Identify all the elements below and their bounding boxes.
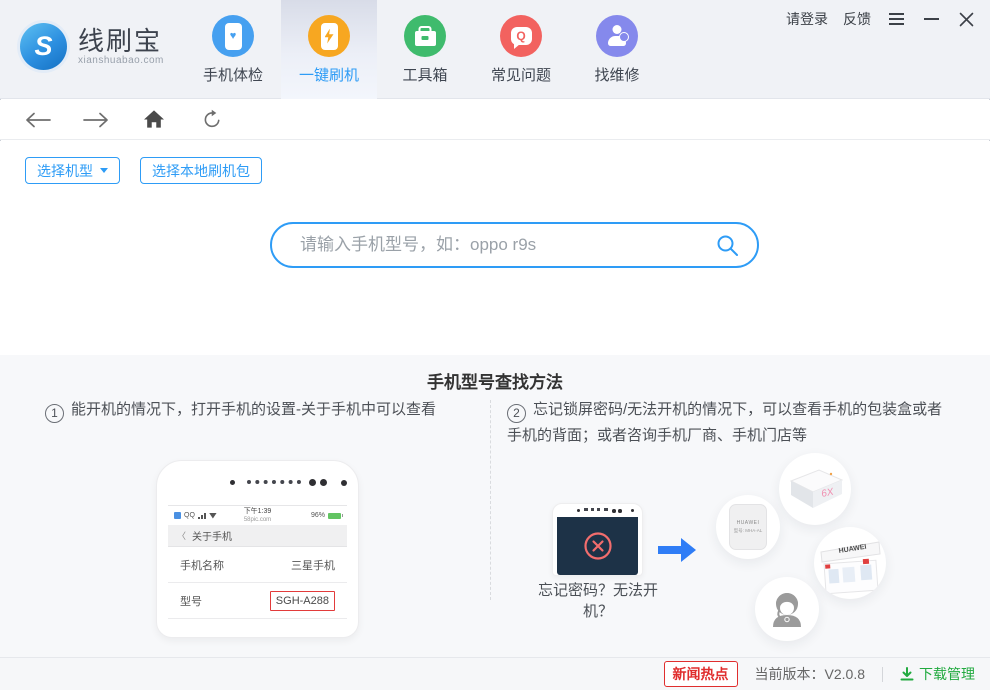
back-arrow-icon[interactable]	[24, 107, 52, 133]
nav-label: 找维修	[594, 67, 640, 84]
download-manager-label: 下载管理	[919, 666, 975, 682]
download-manager-button[interactable]: 下载管理	[900, 664, 975, 684]
version-label: 当前版本：V2.0.8	[754, 666, 865, 682]
step-number: 1	[45, 404, 64, 423]
download-icon	[900, 667, 914, 681]
step-text: 忘记锁屏密码/无法开机的情况下，可以查看手机的包装盒或者手机的背面；或者咨询手机…	[507, 401, 943, 444]
home-icon[interactable]	[140, 107, 168, 133]
phone-bezel	[157, 461, 358, 505]
nav-item-toolbox[interactable]: 工具箱	[377, 0, 473, 99]
refresh-icon[interactable]	[198, 107, 226, 133]
store-illustration: HUAWEI	[814, 527, 886, 599]
hamburger-menu-icon[interactable]	[886, 9, 906, 29]
forward-arrow-icon[interactable]	[82, 107, 110, 133]
nav-label: 一键刷机	[298, 67, 359, 84]
feedback-link[interactable]: 反馈	[843, 9, 871, 29]
news-hotspot-badge[interactable]: 新闻热点	[663, 661, 738, 687]
status-site: 58pic.com	[243, 517, 272, 523]
nav-label: 手机体检	[202, 67, 263, 84]
step-number: 2	[507, 404, 526, 423]
about-phone-navbar: 〈 关于手机	[168, 525, 347, 547]
back-model-label: 型号: MHA-AL	[733, 528, 763, 533]
search-box	[270, 222, 759, 268]
nav-item-one-key-flash[interactable]: 一键刷机	[281, 0, 377, 99]
back-brand-label: HUAWEI	[736, 520, 760, 526]
phone-name-row: 手机名称 三星手机	[168, 547, 347, 583]
main-nav: ♥ 手机体检 一键刷机 工具箱 Q 常见问题 找维修	[185, 0, 665, 99]
support-agent-illustration	[755, 577, 819, 641]
nav-item-faq[interactable]: Q 常见问题	[473, 0, 569, 99]
one-key-flash-icon	[308, 15, 350, 57]
about-phone-title: 关于手机	[192, 532, 233, 543]
phone-back-illustration: HUAWEI 型号: MHA-AL	[716, 495, 780, 559]
model-number-row: 型号 SGH-A288	[168, 583, 347, 619]
step-text: 能开机的情况下，打开手机的设置-关于手机中可以查看	[71, 401, 436, 418]
toolbox-icon	[404, 15, 446, 57]
select-model-button[interactable]: 选择机型	[25, 157, 120, 184]
guide-step-2: 2 忘记锁屏密码/无法开机的情况下，可以查看手机的包装盒或者手机的背面；或者咨询手…	[507, 397, 947, 448]
select-local-package-label: 选择本地刷机包	[152, 162, 250, 179]
status-time: 下午1:39	[243, 508, 272, 515]
model-number-highlight: SGH-A288	[269, 590, 335, 611]
column-divider	[490, 400, 491, 600]
guide-step-1: 1 能开机的情况下，打开手机的设置-关于手机中可以查看	[45, 397, 465, 448]
footer-bar: 新闻热点 当前版本：V2.0.8 下载管理	[0, 657, 990, 690]
qq-icon	[174, 512, 181, 519]
retail-box-illustration: 6X	[779, 453, 851, 525]
search-icon[interactable]	[716, 234, 739, 257]
nav-label: 常见问题	[490, 67, 551, 84]
phone-screen: QQ 下午1:39 58pic.com 96% 〈 关于手机 手机名称 三星手机…	[168, 505, 347, 629]
nav-item-find-repair[interactable]: 找维修	[569, 0, 665, 99]
row-value: 三星手机	[291, 559, 335, 572]
battery-percent: 96%	[310, 512, 325, 519]
guide-title: 手机型号查找方法	[427, 373, 563, 392]
logo-letter: S	[34, 31, 53, 61]
select-model-label: 选择机型	[37, 162, 93, 179]
faq-icon: Q	[500, 15, 542, 57]
dropdown-arrow-icon	[100, 168, 108, 173]
status-bar: QQ 下午1:39 58pic.com 96%	[168, 506, 347, 525]
app-logo: S 线刷宝 xianshuabao.com	[20, 23, 164, 70]
qq-label: QQ	[184, 512, 195, 519]
repair-icon	[596, 15, 638, 57]
signal-icon	[197, 512, 206, 519]
arrow-right-icon	[658, 538, 696, 562]
browser-toolbar	[0, 100, 990, 140]
footer-divider	[882, 666, 883, 682]
login-link[interactable]: 请登录	[786, 9, 828, 29]
guide-section: 手机型号查找方法 1 能开机的情况下，打开手机的设置-关于手机中可以查看 2 忘记锁…	[0, 355, 990, 657]
battery-icon	[328, 512, 343, 519]
brand-domain: xianshuabao.com	[78, 55, 164, 66]
phone-settings-illustration: QQ 下午1:39 58pic.com 96% 〈 关于手机 手机名称 三星手机…	[156, 460, 359, 638]
brand-name: 线刷宝	[78, 26, 163, 56]
minimize-icon[interactable]	[921, 9, 941, 29]
header: S 线刷宝 xianshuabao.com ♥ 手机体检 一键刷机 工具箱 Q …	[0, 0, 990, 99]
nav-label: 工具箱	[402, 67, 448, 84]
nav-item-phone-checkup[interactable]: ♥ 手机体检	[185, 0, 281, 99]
wifi-icon	[208, 512, 217, 519]
main-content: 选择机型 选择本地刷机包	[0, 141, 990, 355]
close-icon[interactable]	[956, 9, 976, 29]
row-label: 型号	[180, 595, 202, 608]
error-screen	[557, 517, 638, 575]
row-label: 手机名称	[180, 559, 224, 572]
locked-phone-illustration	[552, 503, 643, 576]
app-window: S 线刷宝 xianshuabao.com ♥ 手机体检 一键刷机 工具箱 Q …	[0, 0, 990, 690]
error-x-icon	[583, 532, 612, 560]
back-chevron-icon: 〈	[177, 531, 187, 541]
search-input[interactable]	[298, 234, 716, 256]
brand-logo-icon: S	[20, 23, 67, 70]
phone-checkup-icon: ♥	[212, 15, 254, 57]
locked-caption: 忘记密码？无法开机？	[537, 582, 658, 620]
select-local-package-button[interactable]: 选择本地刷机包	[140, 157, 262, 184]
